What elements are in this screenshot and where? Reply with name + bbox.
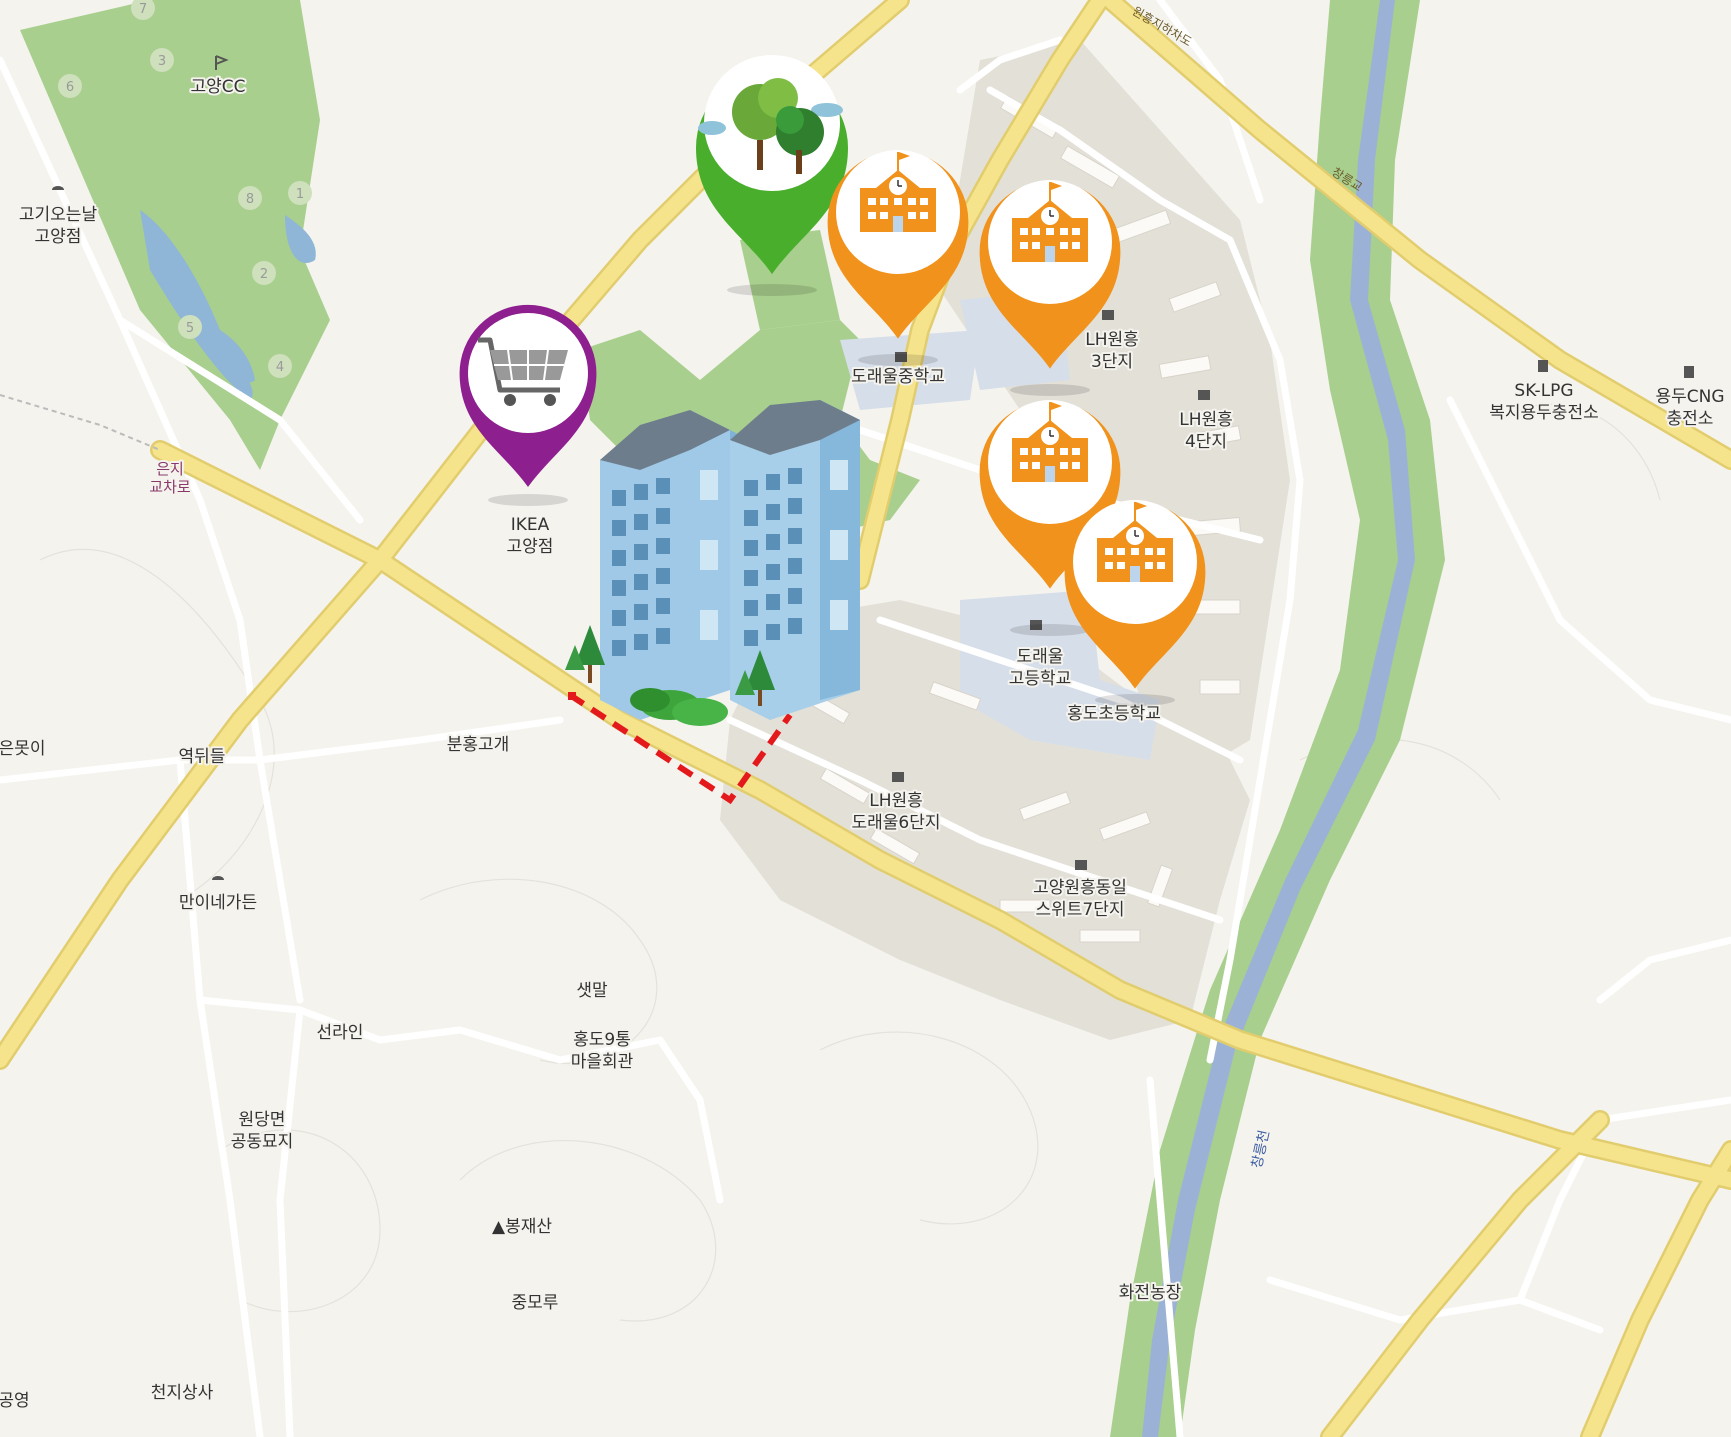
map-canvas[interactable]: 7 3 6 8 1 2 5 4 고양CC 고기오는날 고양점 IKEA 고양점 … [0, 0, 1731, 1437]
apartment-poi-icon [1198, 390, 1210, 400]
svg-text:1: 1 [296, 187, 304, 202]
label-manine: 만이네가든 [179, 893, 257, 913]
label-eunmot: 은못이 [0, 739, 45, 759]
map-svg: 7 3 6 8 1 2 5 4 고양CC 고기오는날 고양점 IKEA 고양점 … [0, 0, 1731, 1437]
fuel-station-icon [1684, 366, 1694, 378]
label-jungmoru: 중모루 [512, 1293, 559, 1313]
fuel-station-icon [1538, 360, 1548, 372]
label-seonrain: 선라인 [317, 1023, 364, 1043]
label-bunhong: 분홍고개 [447, 735, 510, 755]
label-bongjae: ▲봉재산 [492, 1217, 552, 1237]
svg-text:5: 5 [186, 321, 194, 336]
apartment-poi-icon [892, 772, 904, 782]
svg-text:2: 2 [260, 267, 268, 282]
apartment-poi-icon [1075, 860, 1087, 870]
svg-text:7: 7 [139, 2, 147, 17]
label-gongyeong: 공영 [0, 1391, 30, 1411]
site-boundary-corner [568, 692, 576, 700]
svg-text:8: 8 [246, 192, 254, 207]
label-farm: 화전농장 [1119, 1283, 1182, 1303]
apartment-poi-icon [1102, 310, 1114, 320]
label-saetmal: 샛말 [576, 981, 608, 1001]
label-golf: 고양CC [190, 77, 245, 97]
svg-text:6: 6 [66, 80, 74, 95]
svg-text:3: 3 [158, 54, 166, 69]
label-yeoktwi: 역뒤들 [179, 747, 226, 767]
label-elementary: 홍도초등학교 [1067, 704, 1161, 724]
label-middle-school: 도래울중학교 [851, 367, 945, 387]
label-cheonji: 천지상사 [151, 1383, 214, 1403]
svg-text:4: 4 [276, 360, 284, 375]
